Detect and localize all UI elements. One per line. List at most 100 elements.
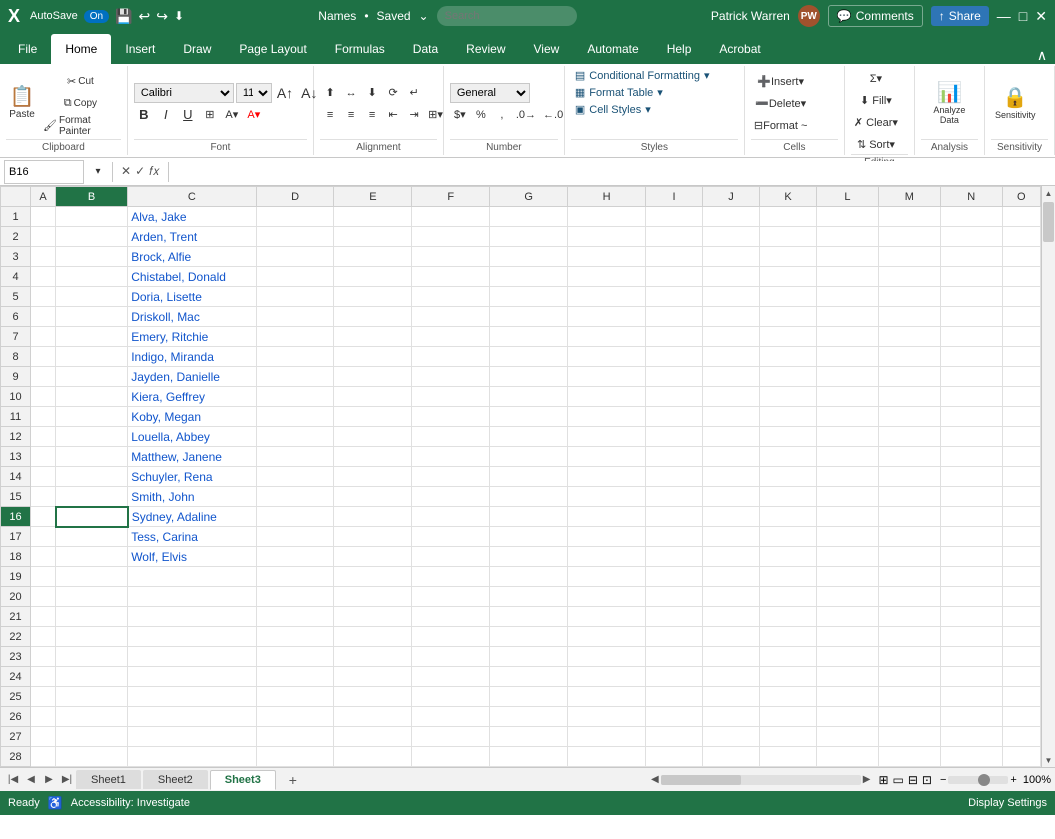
row-header-20[interactable]: 20 <box>1 587 31 607</box>
cell-I9[interactable] <box>645 367 702 387</box>
cell-B11[interactable] <box>56 407 128 427</box>
cell-F10[interactable] <box>412 387 490 407</box>
cell-K6[interactable] <box>760 307 817 327</box>
scroll-down-button[interactable]: ▼ <box>1042 753 1055 767</box>
cell-L24[interactable] <box>817 667 879 687</box>
cell-F18[interactable] <box>412 547 490 567</box>
comma-button[interactable]: , <box>492 105 512 125</box>
cell-L22[interactable] <box>817 627 879 647</box>
align-right-button[interactable]: ≡ <box>362 105 382 125</box>
cell-A4[interactable] <box>31 267 56 287</box>
cell-F14[interactable] <box>412 467 490 487</box>
cell-O14[interactable] <box>1002 467 1040 487</box>
col-header-K[interactable]: K <box>760 187 817 207</box>
cut-button[interactable]: ✂ Cut <box>40 72 121 92</box>
cell-O19[interactable] <box>1002 567 1040 587</box>
format-table-button[interactable]: ▦ Format Table ▾ <box>571 85 714 100</box>
cell-D1[interactable] <box>256 207 334 227</box>
cell-J20[interactable] <box>703 587 760 607</box>
cell-G19[interactable] <box>490 567 568 587</box>
cell-K3[interactable] <box>760 247 817 267</box>
cell-E28[interactable] <box>334 747 412 767</box>
cell-D7[interactable] <box>256 327 334 347</box>
cell-A28[interactable] <box>31 747 56 767</box>
cell-A18[interactable] <box>31 547 56 567</box>
cell-K15[interactable] <box>760 487 817 507</box>
cell-L12[interactable] <box>817 427 879 447</box>
align-top-button[interactable]: ⬆ <box>320 83 340 103</box>
cell-H2[interactable] <box>568 227 646 247</box>
cell-N18[interactable] <box>940 547 1002 567</box>
cell-A12[interactable] <box>31 427 56 447</box>
cell-M8[interactable] <box>878 347 940 367</box>
col-header-F[interactable]: F <box>412 187 490 207</box>
cell-D24[interactable] <box>256 667 334 687</box>
cell-M19[interactable] <box>878 567 940 587</box>
cell-C28[interactable] <box>128 747 256 767</box>
cell-I25[interactable] <box>645 687 702 707</box>
row-header-5[interactable]: 5 <box>1 287 31 307</box>
bold-button[interactable]: B <box>134 104 154 124</box>
cell-K12[interactable] <box>760 427 817 447</box>
increase-decimal-button[interactable]: ←.0 <box>540 105 566 125</box>
cell-O10[interactable] <box>1002 387 1040 407</box>
cell-B9[interactable] <box>56 367 128 387</box>
cell-N2[interactable] <box>940 227 1002 247</box>
cell-B26[interactable] <box>56 707 128 727</box>
cell-H19[interactable] <box>568 567 646 587</box>
cell-G4[interactable] <box>490 267 568 287</box>
cell-H12[interactable] <box>568 427 646 447</box>
cell-A16[interactable] <box>31 507 56 527</box>
cell-F4[interactable] <box>412 267 490 287</box>
currency-button[interactable]: $▾ <box>450 105 470 125</box>
cell-D4[interactable] <box>256 267 334 287</box>
normal-view-button[interactable]: ▭ <box>893 773 904 787</box>
cell-B17[interactable] <box>56 527 128 547</box>
cell-K17[interactable] <box>760 527 817 547</box>
cell-C3[interactable]: Brock, Alfie <box>128 247 256 267</box>
cell-G6[interactable] <box>490 307 568 327</box>
cell-G10[interactable] <box>490 387 568 407</box>
cell-I17[interactable] <box>645 527 702 547</box>
cell-J6[interactable] <box>703 307 760 327</box>
cell-O17[interactable] <box>1002 527 1040 547</box>
cell-J16[interactable] <box>703 507 760 527</box>
cell-G21[interactable] <box>490 607 568 627</box>
cell-E18[interactable] <box>334 547 412 567</box>
cell-H20[interactable] <box>568 587 646 607</box>
cell-G14[interactable] <box>490 467 568 487</box>
cell-N25[interactable] <box>940 687 1002 707</box>
cell-F24[interactable] <box>412 667 490 687</box>
cell-F13[interactable] <box>412 447 490 467</box>
cell-O12[interactable] <box>1002 427 1040 447</box>
cell-N23[interactable] <box>940 647 1002 667</box>
cell-G26[interactable] <box>490 707 568 727</box>
cell-K16[interactable] <box>760 507 817 527</box>
fill-button[interactable]: ⬇ Fill▾ <box>851 90 901 110</box>
cell-K2[interactable] <box>760 227 817 247</box>
underline-button[interactable]: U <box>178 104 198 124</box>
tab-view[interactable]: View <box>520 34 574 64</box>
cell-D8[interactable] <box>256 347 334 367</box>
row-header-27[interactable]: 27 <box>1 727 31 747</box>
cell-K22[interactable] <box>760 627 817 647</box>
row-header-12[interactable]: 12 <box>1 427 31 447</box>
search-input[interactable] <box>437 6 577 26</box>
sort-filter-button[interactable]: ⇅ Sort▾ <box>851 134 901 154</box>
sheet-nav-last[interactable]: ▶| <box>58 771 76 789</box>
cell-K14[interactable] <box>760 467 817 487</box>
cell-M10[interactable] <box>878 387 940 407</box>
cell-O16[interactable] <box>1002 507 1040 527</box>
cell-F26[interactable] <box>412 707 490 727</box>
cell-E16[interactable] <box>334 507 412 527</box>
align-center-button[interactable]: ≡ <box>341 105 361 125</box>
cell-G28[interactable] <box>490 747 568 767</box>
cell-E10[interactable] <box>334 387 412 407</box>
cell-L19[interactable] <box>817 567 879 587</box>
undo-icon[interactable]: ↩ <box>139 8 151 25</box>
cell-C10[interactable]: Kiera, Geffrey <box>128 387 256 407</box>
cell-E19[interactable] <box>334 567 412 587</box>
cell-E8[interactable] <box>334 347 412 367</box>
cell-C23[interactable] <box>128 647 256 667</box>
tab-help[interactable]: Help <box>653 34 706 64</box>
